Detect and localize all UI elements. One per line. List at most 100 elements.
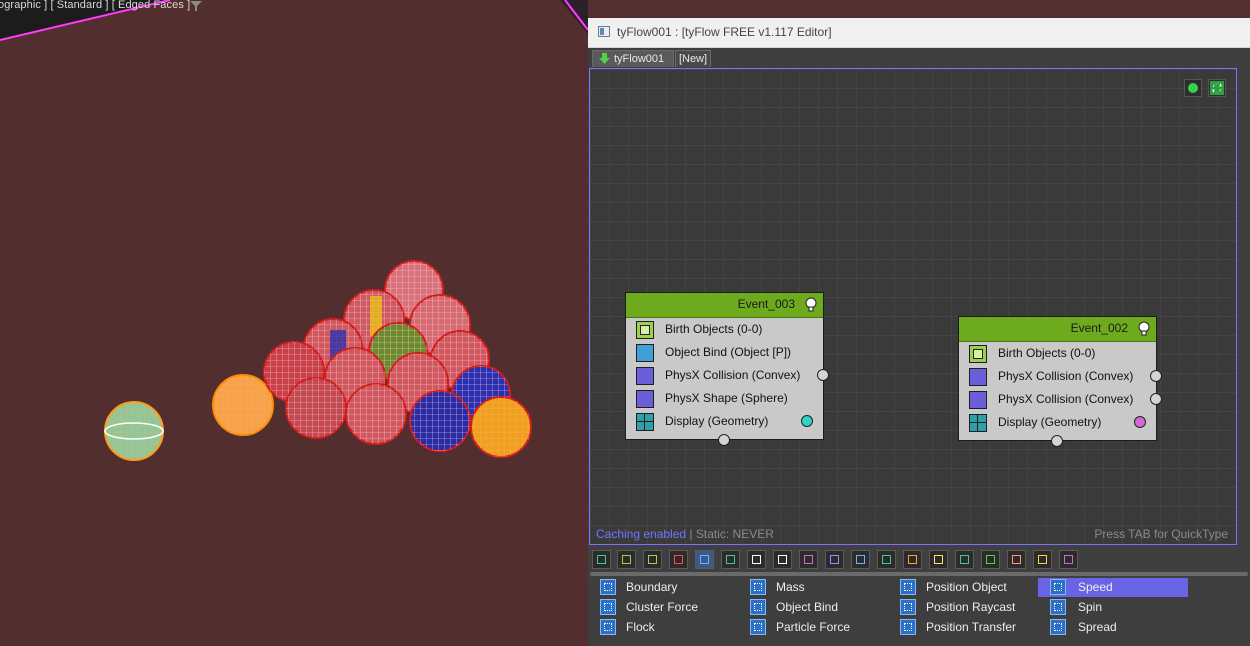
operator-item-label: Boundary [626,580,678,594]
spawn-icon [1012,555,1021,564]
tab-new[interactable]: [New] [675,50,711,67]
flow-canvas[interactable]: Event_003 Birth Objects (0-0) Object Bin… [589,68,1237,545]
export-icon [856,555,865,564]
refresh-button[interactable] [1208,79,1226,97]
operator-spread[interactable]: Spread [1038,618,1117,637]
category-motion-button[interactable] [695,550,714,569]
operator-spin[interactable]: Spin [1038,598,1102,617]
cache-status: Caching enabled | Static: NEVER [596,527,774,541]
operator-position-raycast[interactable]: Position Raycast [898,598,1015,617]
event-header[interactable]: Event_003 [626,293,823,318]
operator-physx-collision[interactable]: PhysX Collision (Convex) [959,365,1162,388]
display-color-swatch[interactable] [1134,416,1146,428]
category-spawn-button[interactable] [1007,550,1026,569]
physx-collision-icon [969,391,987,409]
event-003-node[interactable]: Event_003 Birth Objects (0-0) Object Bin… [625,292,829,446]
category-scale-button[interactable] [773,550,792,569]
title-bar[interactable]: tyFlow001 : [tyFlow FREE v1.117 Editor] [588,18,1250,48]
operator-speed[interactable]: Speed [1038,578,1188,597]
display-icon [969,414,987,432]
birth-objects-icon [636,321,654,339]
category-all-button[interactable] [592,550,611,569]
object-bind-icon [636,344,654,362]
category-script-button[interactable] [929,550,948,569]
operator-birth-objects[interactable]: Birth Objects (0-0) [959,342,1156,365]
output-port[interactable] [1150,393,1162,405]
position-object-icon [900,579,916,595]
operator-label: Display (Geometry) [665,414,769,428]
simulation-toggle-button[interactable] [1184,79,1202,97]
quicktype-hint: Press TAB for QuickType [1094,527,1228,541]
input-port[interactable] [1051,435,1063,447]
category-shape-button[interactable] [721,550,740,569]
operator-list: Boundary Cluster Force Flock Mass Object… [588,578,1250,646]
filter-icon[interactable] [189,0,203,12]
operator-item-label: Position Raycast [926,600,1016,614]
operator-particle-force[interactable]: Particle Force [748,618,850,637]
category-export-button[interactable] [851,550,870,569]
refresh-icon [1210,81,1224,95]
display-color-swatch[interactable] [801,415,813,427]
category-birth-button[interactable] [617,550,636,569]
input-port[interactable] [718,434,730,446]
category-color-button[interactable] [1033,550,1052,569]
operator-label: PhysX Collision (Convex) [665,368,801,382]
3d-viewport[interactable]: ographic ] [ Standard ] [ Edged Faces ] [0,0,588,646]
operator-label: Object Bind (Object [P]) [665,345,792,359]
operator-physx-collision-2[interactable]: PhysX Collision (Convex) [959,388,1162,411]
event-header[interactable]: Event_002 [959,317,1156,342]
operator-physx-shape[interactable]: PhysX Shape (Sphere) [626,387,823,410]
cluster-force-icon [600,599,616,615]
category-physx-button[interactable] [825,550,844,569]
operator-item-label: Cluster Force [626,600,699,614]
operator-object-bind[interactable]: Object Bind (Object [P]) [626,341,823,364]
spread-icon [1050,619,1066,635]
birth-objects-icon [969,345,987,363]
output-port[interactable] [817,369,829,381]
operator-item-label: Particle Force [776,620,851,634]
category-misc-button[interactable] [1059,550,1078,569]
grid-icon [597,555,606,564]
event-002-node[interactable]: Event_002 Birth Objects (0-0) PhysX Coll… [958,316,1162,447]
tab-tyflow001[interactable]: tyFlow001 [592,50,674,67]
speed-icon [1050,579,1066,595]
event-name: Event_002 [1070,321,1128,335]
particle-force-icon [750,619,766,635]
tab-label: tyFlow001 [614,53,665,65]
position-transfer-icon [900,619,916,635]
lightbulb-icon[interactable] [1137,321,1151,336]
operator-display[interactable]: Display (Geometry) [626,410,823,433]
category-generate-button[interactable] [643,550,662,569]
lightbulb-icon[interactable] [804,297,818,312]
physx-icon [830,555,839,564]
operator-label: Birth Objects (0-0) [665,322,763,336]
splitter-bar[interactable] [590,572,1248,576]
output-port[interactable] [1150,370,1162,382]
viewport-scene [0,0,588,461]
operator-category-toolbar [589,550,1246,571]
operator-item-label: Position Object [926,580,1007,594]
category-delete-button[interactable] [669,550,688,569]
flock-icon [600,619,616,635]
viewport-label[interactable]: ographic ] [ Standard ] [ Edged Faces ] [0,0,190,11]
operator-flock[interactable]: Flock [598,618,655,637]
operator-mass[interactable]: Mass [748,578,805,597]
operator-birth-objects[interactable]: Birth Objects (0-0) [626,318,823,341]
operator-position-object[interactable]: Position Object [898,578,1007,597]
operator-item-label: Spread [1078,620,1117,634]
operator-position-transfer[interactable]: Position Transfer [898,618,1016,637]
operator-item-label: Spin [1078,600,1103,614]
operator-label: PhysX Collision (Convex) [998,369,1134,383]
category-test-button[interactable] [955,550,974,569]
operator-display[interactable]: Display (Geometry) [959,411,1156,434]
operator-object-bind[interactable]: Object Bind [748,598,838,617]
category-mesh-button[interactable] [877,550,896,569]
category-rotation-button[interactable] [747,550,766,569]
operator-boundary[interactable]: Boundary [598,578,677,597]
category-send-out-button[interactable] [981,550,1000,569]
birth-icon [622,555,631,564]
category-material-button[interactable] [799,550,818,569]
operator-cluster-force[interactable]: Cluster Force [598,598,698,617]
category-display-button[interactable] [903,550,922,569]
operator-physx-collision[interactable]: PhysX Collision (Convex) [626,364,829,387]
